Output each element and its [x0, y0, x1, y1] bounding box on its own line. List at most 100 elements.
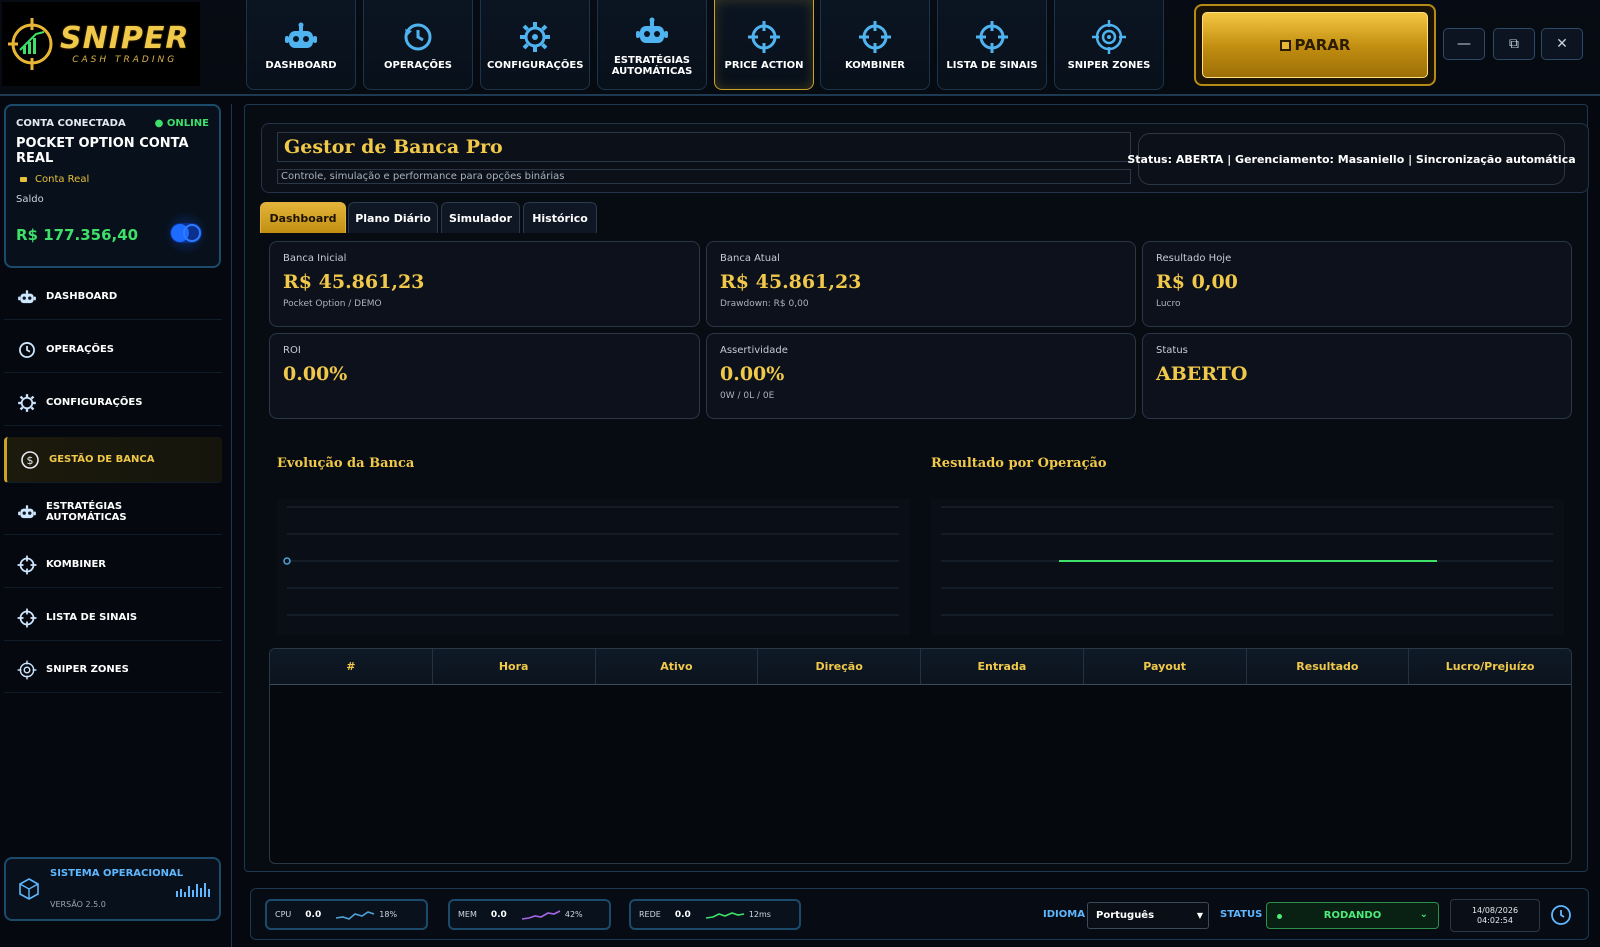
robot-icon — [282, 18, 320, 56]
nav-price-action[interactable]: PRICE ACTION — [714, 0, 814, 90]
operations-table: # Hora Ativo Direção Entrada Payout Resu… — [269, 648, 1572, 864]
column-header[interactable]: Lucro/Prejuízo — [1409, 649, 1571, 684]
column-header[interactable]: Payout — [1084, 649, 1247, 684]
toggle-icon — [170, 223, 202, 243]
crosshair-icon — [745, 18, 783, 56]
nav-configuracoes[interactable]: CONFIGURAÇÕES — [480, 0, 590, 90]
nav-label: KOMBINER — [845, 60, 905, 71]
metric-label: MEM — [458, 910, 477, 919]
crosshair-logo-icon — [8, 18, 53, 70]
nav-label: DASHBOARD — [265, 60, 337, 71]
sidebar-item-label: SNIPER ZONES — [46, 664, 129, 675]
nav-estrategias[interactable]: ESTRATÉGIAS AUTOMÁTICAS — [597, 0, 707, 90]
robot-icon — [16, 286, 38, 308]
tab-simulador[interactable]: Simulador — [441, 202, 520, 233]
sidebar-item-configuracoes[interactable]: CONFIGURAÇÕES — [4, 380, 222, 426]
card-sub: 0W / 0L / 0E — [720, 391, 775, 401]
metric-rede: REDE 0.0 12ms — [629, 899, 801, 930]
card-label: Resultado Hoje — [1156, 253, 1232, 264]
status-value: RODANDO — [1323, 910, 1382, 921]
svg-text:$: $ — [27, 454, 34, 467]
metric-cpu: CPU 0.0 18% — [265, 899, 428, 930]
sidebar-item-operacoes[interactable]: OPERAÇÕES — [4, 327, 222, 373]
sidebar-item-gestao-de-banca[interactable]: $ GESTÃO DE BANCA — [4, 437, 222, 483]
nav-label: PRICE ACTION — [724, 60, 804, 71]
crosshair-icon — [973, 18, 1011, 56]
dollar-icon: $ — [19, 449, 41, 471]
card-value: R$ 45.861,23 — [720, 271, 862, 293]
logo: SNIPER CASH TRADING — [2, 2, 200, 86]
status-dropdown[interactable]: RODANDO ⌄ — [1266, 902, 1439, 929]
column-header[interactable]: Hora — [433, 649, 596, 684]
column-header[interactable]: Entrada — [921, 649, 1084, 684]
account-name: POCKET OPTION CONTA REAL — [16, 136, 189, 166]
nav-lista-de-sinais[interactable]: LISTA DE SINAIS — [937, 0, 1047, 90]
metric-value: 0.0 — [490, 909, 507, 920]
nav-label: SNIPER ZONES — [1067, 60, 1151, 71]
status-dot-icon — [1277, 914, 1282, 919]
sidebar-item-estrategias[interactable]: ESTRATÉGIAS AUTOMÁTICAS — [4, 489, 222, 535]
minimize-button[interactable]: — — [1443, 28, 1485, 60]
close-button[interactable]: ✕ — [1541, 28, 1583, 60]
card-value: R$ 0,00 — [1156, 271, 1238, 293]
card-sub: Pocket Option / DEMO — [283, 299, 382, 309]
top-bar: SNIPER CASH TRADING DASHBOARD OPERAÇÕES … — [0, 0, 1600, 96]
nav-operacoes[interactable]: OPERAÇÕES — [363, 0, 473, 90]
chart-evolucao-banca — [277, 499, 910, 635]
network-sparkline-icon — [705, 911, 744, 919]
account-toggle[interactable] — [163, 212, 209, 254]
tab-dashboard[interactable]: Dashboard — [260, 202, 346, 233]
column-header[interactable]: Ativo — [596, 649, 759, 684]
metric-percent: 18% — [379, 910, 398, 919]
sidebar-item-label: DASHBOARD — [46, 291, 118, 302]
account-connected-label: CONTA CONECTADA — [16, 118, 126, 129]
column-header[interactable]: # — [270, 649, 433, 684]
card-label: Assertividade — [720, 345, 788, 356]
column-header[interactable]: Direção — [758, 649, 921, 684]
page-title: Gestor de Banca Pro — [277, 132, 1131, 162]
card-value: ABERTO — [1156, 363, 1248, 385]
sidebar-item-sniper-zones[interactable]: SNIPER ZONES — [4, 647, 222, 693]
tab-plano-diario[interactable]: Plano Diário — [348, 202, 438, 233]
column-header[interactable]: Resultado — [1247, 649, 1410, 684]
card-status: Status ABERTO — [1142, 333, 1572, 419]
brand-tagline: CASH TRADING — [72, 54, 178, 65]
online-status: ● ONLINE — [154, 118, 209, 129]
sidebar-item-dashboard[interactable]: DASHBOARD — [4, 274, 222, 320]
account-type: Conta Real — [35, 174, 90, 185]
nav-sniper-zones[interactable]: SNIPER ZONES — [1054, 0, 1164, 90]
nav-dashboard[interactable]: DASHBOARD — [246, 0, 356, 90]
bottom-bar: CPU 0.0 18% MEM 0.0 42% REDE 0.0 12ms ID… — [250, 888, 1589, 940]
metric-value: 0.0 — [674, 909, 691, 920]
sidebar-item-kombiner[interactable]: KOMBINER — [4, 542, 222, 588]
caret-down-icon: ▼ — [1196, 911, 1203, 920]
restore-button[interactable]: ⧉ — [1493, 28, 1535, 60]
clock-icon[interactable] — [1549, 903, 1573, 927]
nav-label: ESTRATÉGIAS AUTOMÁTICAS — [611, 54, 693, 77]
chart-title-evolucao: Evolução da Banca — [277, 456, 415, 471]
card-banca-inicial: Banca Inicial R$ 45.861,23 Pocket Option… — [269, 241, 700, 327]
chart-evolucao-svg — [283, 506, 899, 616]
metric-mem: MEM 0.0 42% — [448, 899, 611, 930]
wallet-icon — [20, 177, 27, 182]
crosshair-icon — [16, 554, 38, 576]
status-line: Status: ABERTA | Gerenciamento: Masaniel… — [1127, 133, 1576, 185]
date-text: 14/08/2026 — [1471, 906, 1519, 915]
nav-kombiner[interactable]: KOMBINER — [820, 0, 930, 90]
chart-resultado-svg — [941, 506, 1553, 616]
stop-button[interactable]: PARAR — [1194, 4, 1436, 86]
tab-historico[interactable]: Histórico — [523, 202, 597, 233]
card-roi: ROI 0.00% — [269, 333, 700, 419]
sidebar-item-lista-de-sinais[interactable]: LISTA DE SINAIS — [4, 595, 222, 641]
card-label: Banca Atual — [720, 253, 780, 264]
mem-sparkline-icon — [521, 909, 561, 920]
crosshair-icon — [856, 18, 894, 56]
target-icon — [1090, 18, 1128, 56]
brand-name: SNIPER — [60, 20, 190, 56]
sidebar-item-label: ESTRATÉGIAS AUTOMÁTICAS — [46, 500, 127, 523]
system-panel: SISTEMA OPERACIONAL VERSÃO 2.5.0 — [4, 857, 221, 921]
status-label: STATUS — [1220, 909, 1263, 920]
account-panel: CONTA CONECTADA ● ONLINE POCKET OPTION C… — [4, 104, 221, 268]
metric-percent: 42% — [564, 910, 583, 919]
language-select[interactable]: Português ▼ — [1087, 902, 1209, 929]
